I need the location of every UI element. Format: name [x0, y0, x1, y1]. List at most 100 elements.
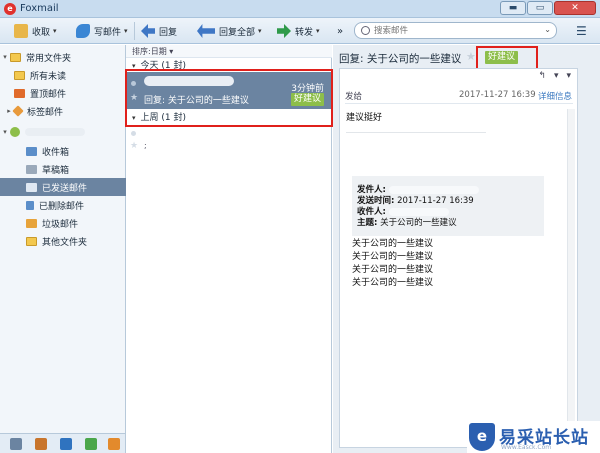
- divider: [345, 103, 573, 104]
- mail-subject: ;: [144, 141, 147, 150]
- quoted-line: 关于公司的一些建议: [352, 265, 434, 275]
- forward-label: 转发: [295, 27, 314, 38]
- reply-label: 回复: [159, 27, 178, 38]
- sidebar-item-label: 所有未读: [30, 71, 67, 82]
- sidebar-item-favorites[interactable]: ▾ 常用文件夹: [0, 48, 126, 66]
- reply-all-arrow-icon: [197, 24, 215, 38]
- mail-content-card: ↰ ▾ ▾ 发给 2017-11-27 16:39 详细信息 建议挺好 发件人: 发…: [339, 68, 578, 448]
- account-icon: [10, 127, 20, 137]
- highlight-box: [476, 46, 538, 70]
- sidebar-item-label: 垃圾邮件: [42, 219, 79, 230]
- mail-actions: ↰ ▾ ▾: [530, 71, 571, 81]
- mail-date: 2017-11-27 16:39: [459, 90, 536, 100]
- notes-icon[interactable]: [85, 438, 97, 450]
- chevron-down-icon[interactable]: ▾: [316, 27, 320, 35]
- sidebar-item-pinned[interactable]: 置顶邮件: [0, 84, 126, 102]
- sidebar-item-label: 已发送邮件: [42, 183, 88, 194]
- scrollbar[interactable]: [567, 109, 575, 439]
- sidebar-item-label: 已删除邮件: [39, 201, 85, 212]
- receive-label: 收取: [32, 27, 51, 38]
- folder-icon: [10, 52, 21, 62]
- sidebar-item-other[interactable]: 其他文件夹: [0, 232, 126, 250]
- sidebar-bottom-bar: [0, 433, 126, 453]
- drafts-icon: [26, 164, 37, 174]
- toolbar: 收取 ▾ 写邮件 ▾ 回复 回复全部 ▾ 转发 ▾ » ⌄ ☰: [0, 18, 600, 44]
- shield-icon: e: [469, 423, 495, 451]
- compose-button[interactable]: 写邮件 ▾: [76, 22, 128, 40]
- collapse-icon[interactable]: ▾: [566, 71, 571, 81]
- title-bar: e Foxmail ▬ ▭ ✕: [0, 0, 600, 18]
- recipient-redacted: [388, 207, 449, 216]
- sidebar-item-label: 草稿箱: [42, 165, 70, 176]
- chevron-down-icon[interactable]: ▾: [53, 27, 57, 35]
- sender-redacted: [388, 185, 479, 194]
- list-item[interactable]: ★ ;: [126, 125, 332, 153]
- pin-icon: [14, 88, 25, 98]
- highlight-box: [125, 69, 333, 127]
- reply-arrow-icon: [141, 24, 155, 38]
- chevron-down-icon[interactable]: ▾: [124, 27, 128, 35]
- quoted-body: 关于公司的一些建议 关于公司的一些建议 关于公司的一些建议 关于公司的一些建议: [352, 238, 433, 290]
- sidebar-item-trash[interactable]: 已删除邮件: [0, 196, 126, 214]
- sort-dropdown[interactable]: 排序:日期 ▾: [126, 45, 332, 58]
- reply-all-label: 回复全部: [219, 27, 256, 38]
- chevron-down-icon[interactable]: ⌄: [544, 25, 551, 34]
- window-title: Foxmail: [20, 3, 59, 14]
- sidebar-item-label: 收件箱: [42, 147, 70, 158]
- folder-icon: [14, 70, 25, 80]
- forward-button[interactable]: 转发 ▾: [277, 22, 320, 40]
- reading-pane: 回复: 关于公司的一些建议 ★ 好建议 ↰ ▾ ▾ 发给 2017-11-27 16…: [333, 45, 600, 453]
- sidebar-item-spam[interactable]: 垃圾邮件: [0, 214, 126, 232]
- folder-icon: [26, 236, 37, 246]
- reply-all-button[interactable]: 回复全部 ▾: [197, 22, 262, 40]
- sidebar-item-sent[interactable]: 已发送邮件: [0, 178, 126, 196]
- forward-arrow-icon: [277, 24, 291, 38]
- minimize-button[interactable]: ▬: [500, 1, 526, 15]
- contacts-icon[interactable]: [35, 438, 47, 450]
- sidebar-item-label: 置顶邮件: [30, 89, 67, 100]
- reply-button[interactable]: 回复: [141, 22, 177, 40]
- chevron-down-icon[interactable]: ▾: [554, 71, 559, 81]
- search-box[interactable]: ⌄: [354, 22, 557, 39]
- close-button[interactable]: ✕: [554, 1, 596, 15]
- sidebar-item-label: 其他文件夹: [42, 237, 88, 248]
- foxmail-logo-icon: e: [4, 3, 16, 15]
- recipient-label: 发给: [345, 92, 363, 102]
- more-button[interactable]: »: [337, 22, 343, 40]
- envelope-icon: [14, 24, 28, 38]
- account-name-redacted: [25, 128, 85, 136]
- quote-subject: 主题: 关于公司的一些建议: [357, 218, 457, 228]
- chevron-down-icon[interactable]: ▾: [258, 27, 262, 35]
- quoted-line: 关于公司的一些建议: [352, 239, 434, 249]
- collapse-icon[interactable]: ▾: [0, 53, 10, 61]
- receive-button[interactable]: 收取 ▾: [14, 22, 57, 40]
- pen-icon: [76, 24, 90, 38]
- sidebar-item-unread[interactable]: 所有未读: [0, 66, 126, 84]
- sidebar-item-drafts[interactable]: 草稿箱: [0, 160, 126, 178]
- collapse-icon[interactable]: ▾: [0, 128, 10, 136]
- watermark-subtext: Www.Easck.Com: [501, 444, 552, 451]
- reply-arrow-icon[interactable]: ↰: [538, 71, 546, 81]
- star-icon[interactable]: ★: [130, 141, 138, 151]
- quoted-header: 发件人: 发送时间: 2017-11-27 16:39 收件人: 主题: 关于公…: [352, 176, 544, 236]
- trash-icon: [26, 200, 34, 210]
- calendar-icon[interactable]: [60, 438, 72, 450]
- search-input[interactable]: [374, 24, 534, 37]
- maximize-button[interactable]: ▭: [527, 1, 553, 15]
- star-icon[interactable]: ★: [466, 50, 476, 63]
- search-icon: [361, 26, 370, 35]
- unread-dot-icon[interactable]: [131, 131, 136, 136]
- quoted-line: 关于公司的一些建议: [352, 252, 434, 262]
- mail-body-text: 建议挺好: [346, 113, 383, 123]
- sidebar-item-inbox[interactable]: 收件箱: [0, 142, 126, 160]
- account-row[interactable]: ▾: [0, 123, 126, 141]
- sidebar-item-tagged[interactable]: ▸ 标签邮件: [0, 102, 126, 120]
- details-link[interactable]: 详细信息: [538, 90, 572, 102]
- mail-view-icon[interactable]: [10, 438, 22, 450]
- compose-label: 写邮件: [94, 27, 122, 38]
- sidebar-item-label: 标签邮件: [27, 107, 64, 118]
- quoted-line: 关于公司的一些建议: [352, 278, 434, 288]
- rss-icon[interactable]: [108, 438, 120, 450]
- watermark: e 易采站长站 Www.Easck.Com: [467, 421, 600, 453]
- menu-icon[interactable]: ☰: [576, 22, 587, 40]
